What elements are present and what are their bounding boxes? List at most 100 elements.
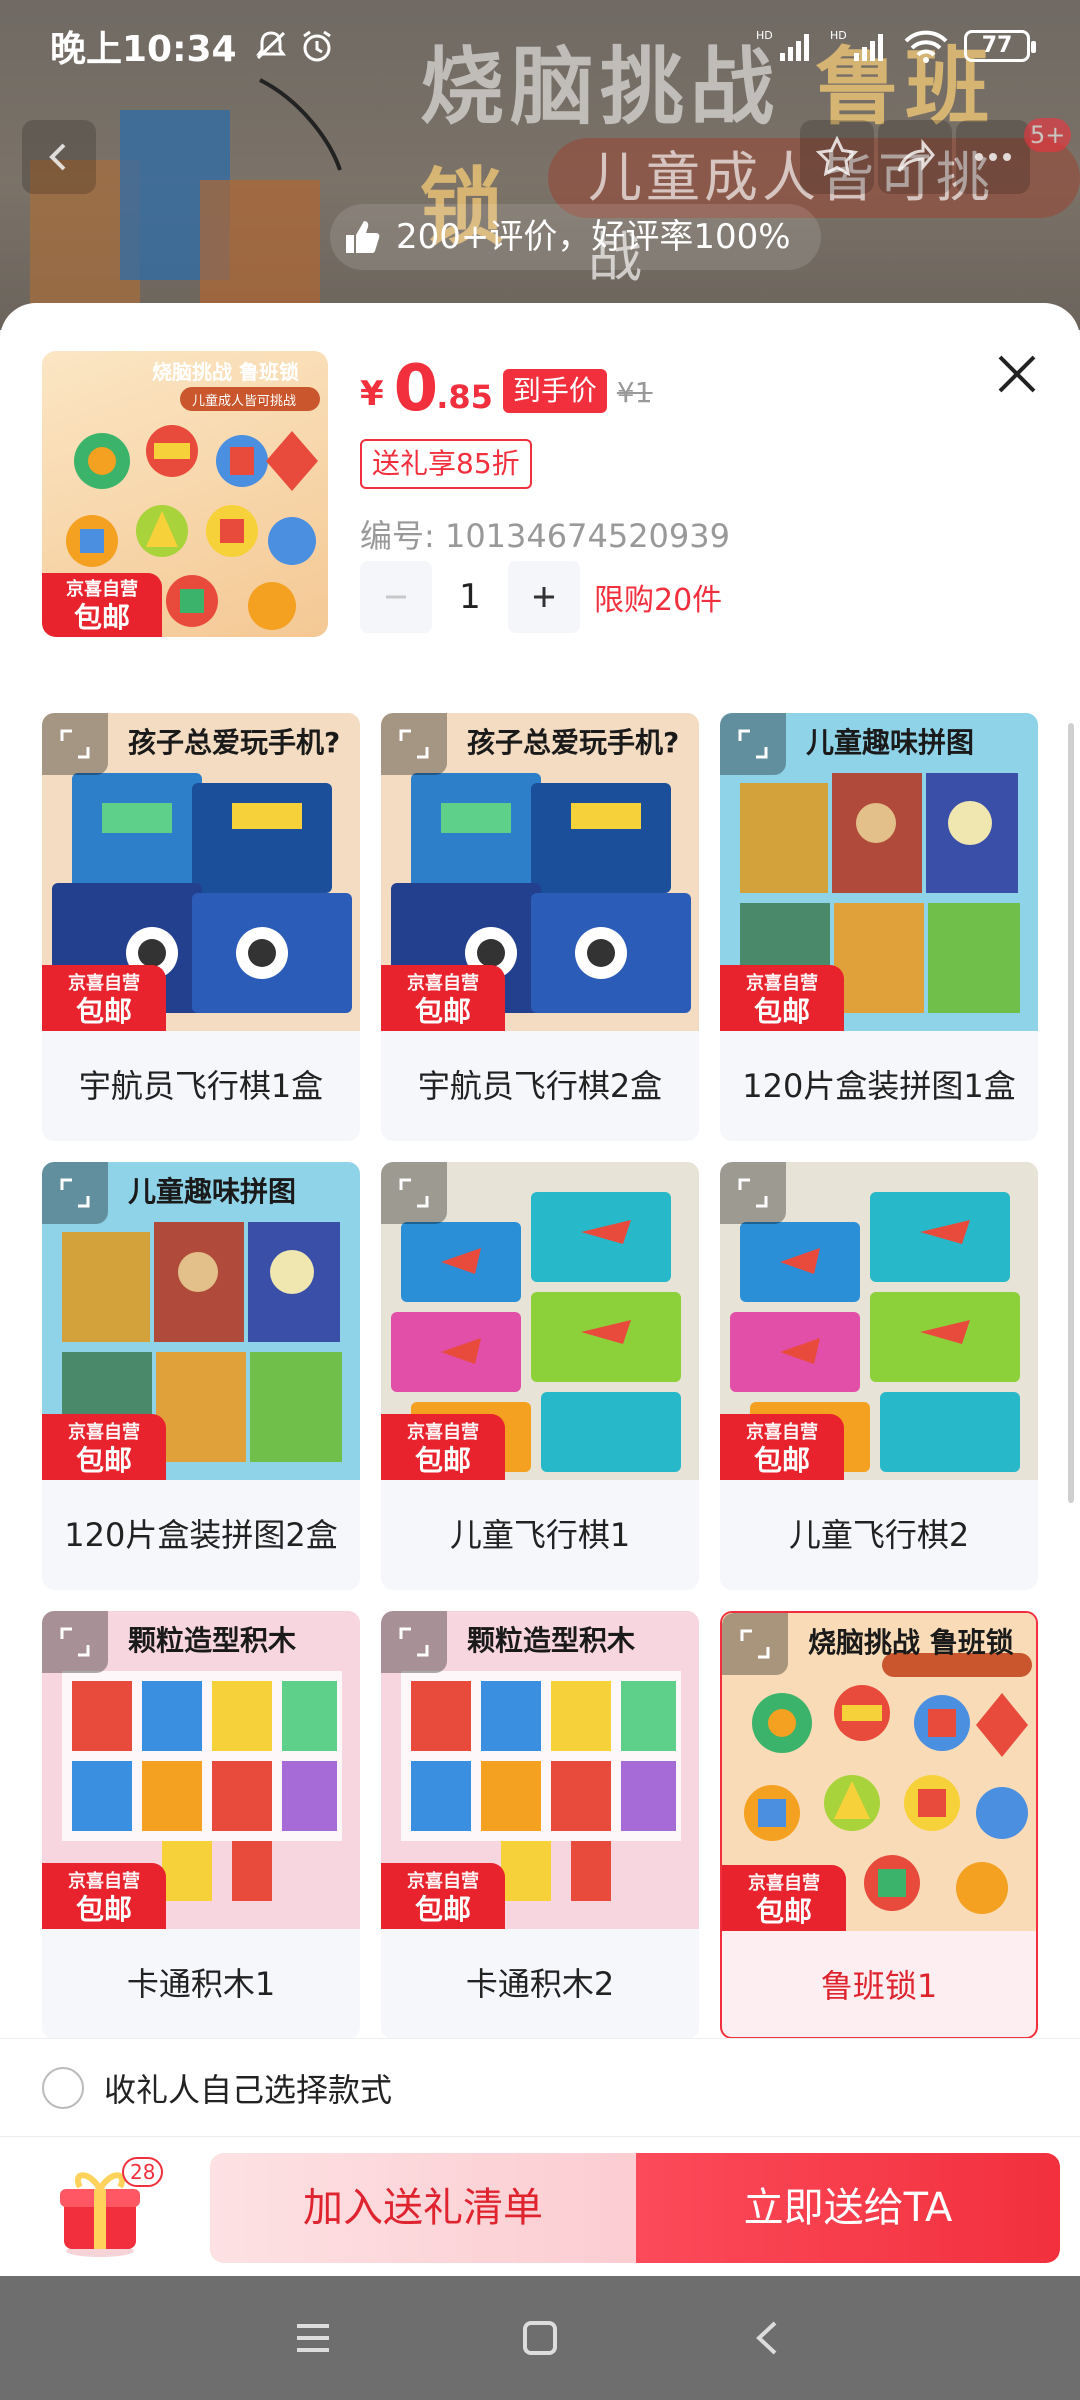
price-decimal: .85 xyxy=(436,378,493,416)
price-row: ¥ 0 .85 到手价 ¥1 xyxy=(360,357,653,421)
share-icon xyxy=(897,138,935,172)
style-option-card[interactable]: 孩子总爱玩手机? 京喜自营 包邮宇航员飞行棋2盒 xyxy=(381,713,699,1141)
decrease-quantity-button[interactable] xyxy=(360,561,432,633)
thumb-subcaption: 儿童成人皆可挑战 xyxy=(192,393,296,409)
expand-image-button[interactable] xyxy=(722,1613,788,1675)
expand-image-button[interactable] xyxy=(42,713,108,775)
final-price-tag: 到手价 xyxy=(502,369,607,413)
expand-icon xyxy=(740,1629,770,1659)
menu-button[interactable] xyxy=(283,2308,343,2368)
minus-icon xyxy=(386,595,406,599)
style-option-card[interactable]: 颗粒造型积木京喜自营 包邮卡通积木1 xyxy=(42,1611,360,2039)
status-time: 晚上10:34 xyxy=(50,29,237,70)
style-option-label: 儿童飞行棋2 xyxy=(788,1516,970,1554)
style-option-label: 鲁班锁1 xyxy=(820,1967,938,2005)
expand-image-button[interactable] xyxy=(42,1611,108,1673)
jd-badge: 京喜自营 包邮 xyxy=(42,1414,166,1480)
expand-image-button[interactable] xyxy=(381,1611,447,1673)
style-option-card[interactable]: 颗粒造型积木 京喜自营 包邮 卡通积木2 xyxy=(381,1611,699,2039)
style-option-label: 120片盒装拼图2盒 xyxy=(64,1516,338,1554)
battery-indicator: 77 xyxy=(964,30,1036,62)
expand-image-button[interactable] xyxy=(42,1162,108,1224)
thumbs-up-icon xyxy=(346,221,380,253)
sku-selector-sheet: 烧脑挑战 鲁班锁 儿童成人皆可挑战 京喜自营 包邮 ¥ 0 .85 到手价 ¥1… xyxy=(0,303,1080,2276)
jd-badge: 京喜自营 包邮 xyxy=(722,1865,846,1931)
bottom-action-bar: 28 加入送礼清单 立即送给TA xyxy=(0,2136,1080,2276)
expand-icon xyxy=(60,1627,90,1657)
style-option-label: 120片盒装拼图1盒 xyxy=(742,1067,1016,1105)
jd-badge: 京喜自营 包邮 xyxy=(381,1414,505,1480)
more-dots-icon xyxy=(975,153,1011,161)
style-option-label: 宇航员飞行棋1盒 xyxy=(78,1067,324,1105)
system-navigation-bar xyxy=(0,2276,1080,2400)
back-button[interactable] xyxy=(22,120,96,194)
favorite-button[interactable] xyxy=(800,120,874,194)
thumb-caption: 烧脑挑战 鲁班锁 xyxy=(152,360,299,384)
recipient-choose-option[interactable]: 收礼人自己选择款式 xyxy=(0,2038,1080,2136)
jd-badge: 京喜自营 包邮 xyxy=(42,1863,166,1929)
review-summary: 200+评价，好评率100% xyxy=(330,204,821,270)
system-back-button[interactable] xyxy=(737,2308,797,2368)
style-option-label: 卡通积木1 xyxy=(126,1965,276,2003)
style-option-card[interactable]: 烧脑挑战 鲁班锁京喜自营 包邮鲁班锁1 xyxy=(720,1611,1038,2039)
expand-image-button[interactable] xyxy=(381,713,447,775)
expand-image-button[interactable] xyxy=(720,713,786,775)
share-button[interactable] xyxy=(878,120,952,194)
style-option-card[interactable]: 京喜自营 包邮儿童飞行棋2 xyxy=(720,1162,1038,1590)
star-icon xyxy=(815,135,859,177)
style-option-caption: 颗粒造型积木 xyxy=(128,1624,297,1657)
expand-icon xyxy=(399,729,429,759)
style-option-card[interactable]: 京喜自营 包邮儿童飞行棋1 xyxy=(381,1162,699,1590)
expand-image-button[interactable] xyxy=(381,1162,447,1224)
jd-badge: 京喜自营 包邮 xyxy=(720,965,844,1031)
gift-list-count-badge: 28 xyxy=(122,2157,164,2187)
sku-number: 编号: 10134674520939 xyxy=(360,517,730,555)
style-option-card[interactable]: 孩子总爱玩手机? 京喜自营 包邮 宇航员飞行棋1盒 xyxy=(42,713,360,1141)
recipient-choose-label: 收礼人自己选择款式 xyxy=(104,2070,393,2109)
price-integer: 0 xyxy=(393,352,439,426)
style-option-caption: 孩子总爱玩手机? xyxy=(467,726,680,759)
jd-badge: 京喜自营 包邮 xyxy=(720,1414,844,1480)
sheet-header: 烧脑挑战 鲁班锁 儿童成人皆可挑战 京喜自营 包邮 ¥ 0 .85 到手价 ¥1… xyxy=(0,303,1080,683)
jd-badge: 京喜自营 包邮 xyxy=(42,965,166,1031)
send-gift-now-button[interactable]: 立即送给TA xyxy=(636,2153,1060,2263)
increase-quantity-button[interactable] xyxy=(508,561,580,633)
style-option-card[interactable]: 儿童趣味拼图京喜自营 包邮 120片盒装拼图1盒 xyxy=(720,713,1038,1141)
jd-badge: 京喜自营 包邮 xyxy=(42,573,162,637)
scrollbar[interactable] xyxy=(1068,723,1074,1503)
svg-text:HD: HD xyxy=(830,29,847,42)
quantity-value[interactable]: 1 xyxy=(432,577,508,617)
home-button[interactable] xyxy=(510,2308,570,2368)
style-option-caption: 颗粒造型积木 xyxy=(467,1624,636,1657)
wifi-icon xyxy=(904,30,948,63)
close-icon[interactable] xyxy=(990,347,1044,401)
style-option-label: 卡通积木2 xyxy=(465,1965,615,2003)
more-button[interactable] xyxy=(956,120,1030,194)
original-price: ¥1 xyxy=(616,376,653,409)
quantity-stepper: 1 限购20件 xyxy=(360,561,722,633)
add-to-gift-list-button[interactable]: 加入送礼清单 xyxy=(210,2153,636,2263)
signal-hd-icon: HD xyxy=(756,29,809,61)
expand-icon xyxy=(60,729,90,759)
purchase-limit: 限购20件 xyxy=(594,583,723,618)
hamburger-icon xyxy=(297,2324,330,2352)
expand-icon xyxy=(738,1178,768,1208)
style-option-label: 宇航员飞行棋2盒 xyxy=(417,1067,663,1105)
status-bar: 晚上10:34 HD HD 77 xyxy=(0,0,1080,92)
style-option-caption: 烧脑挑战 鲁班锁 xyxy=(808,1626,1014,1659)
expand-icon xyxy=(399,1178,429,1208)
jd-badge: 京喜自营 包邮 xyxy=(381,965,505,1031)
square-home-icon xyxy=(522,2321,557,2355)
recipient-choose-radio[interactable] xyxy=(42,2066,84,2109)
style-option-card[interactable]: 儿童趣味拼图京喜自营 包邮 120片盒装拼图2盒 xyxy=(42,1162,360,1590)
expand-icon xyxy=(399,1627,429,1657)
triangle-back-icon xyxy=(755,2321,777,2355)
gift-discount-tag: 送礼享85折 xyxy=(360,439,532,489)
plus-icon xyxy=(534,587,554,607)
style-option-caption: 儿童趣味拼图 xyxy=(806,726,975,759)
expand-image-button[interactable] xyxy=(720,1162,786,1224)
style-option-label: 儿童飞行棋1 xyxy=(449,1516,631,1554)
signal-hd-2-icon: HD xyxy=(830,29,883,61)
selected-product-thumbnail[interactable]: 烧脑挑战 鲁班锁 儿童成人皆可挑战 京喜自营 包邮 xyxy=(42,351,328,637)
style-option-caption: 儿童趣味拼图 xyxy=(128,1175,297,1208)
